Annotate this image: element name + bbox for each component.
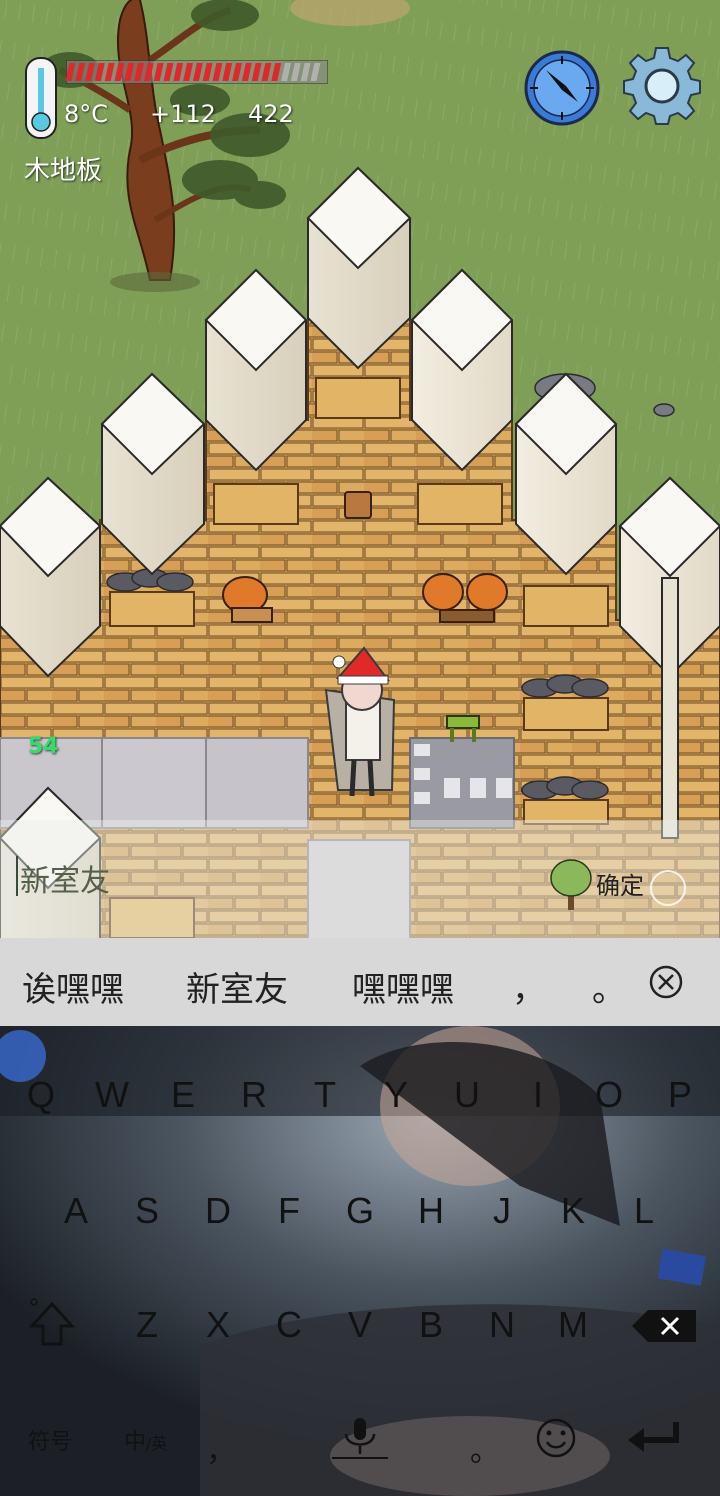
confirm-label: 确定 (596, 872, 644, 900)
backspace-icon[interactable] (630, 1306, 700, 1346)
key-c[interactable]: C (254, 1290, 324, 1360)
key-q[interactable]: Q (6, 1060, 76, 1130)
circle-outline-icon (650, 870, 686, 906)
key-l[interactable]: L (609, 1176, 679, 1246)
key-a[interactable]: A (41, 1176, 111, 1246)
game-viewport[interactable]: 8°C +112 422 木地板 54 新室友 确定 (0, 0, 720, 940)
key-w[interactable]: W (77, 1060, 147, 1130)
chat-input-bar: 新室友 确定 (0, 820, 720, 938)
symbols-key[interactable]: 符号 (28, 1424, 72, 1456)
key-t[interactable]: T (290, 1060, 360, 1130)
food-bonus-readout: +112 (150, 100, 216, 128)
close-circle-icon[interactable] (646, 962, 686, 1002)
key-p[interactable]: P (645, 1060, 715, 1130)
enter-icon[interactable] (624, 1418, 684, 1458)
key-h[interactable]: H (396, 1176, 466, 1246)
shift-icon[interactable] (22, 1294, 82, 1354)
key-j[interactable]: J (467, 1176, 537, 1246)
compass-icon[interactable] (522, 48, 602, 128)
confirm-button[interactable]: 确定 (540, 840, 710, 928)
ime-candidate-bar: 诶嘿嘿 新室友 嘿嘿嘿 ， 。 (0, 938, 720, 1026)
key-z[interactable]: Z (112, 1290, 182, 1360)
candidate-period[interactable]: 。 (592, 962, 626, 1011)
wooden-bucket[interactable] (344, 491, 372, 519)
key-e[interactable]: E (148, 1060, 218, 1130)
key-k[interactable]: K (538, 1176, 608, 1246)
microphone-icon[interactable] (330, 1412, 390, 1462)
health-bar (65, 59, 329, 85)
key-o[interactable]: O (574, 1060, 644, 1130)
chat-input-field[interactable]: 新室友 (20, 856, 110, 900)
player-age-label: 54 (28, 734, 59, 759)
language-switch-key[interactable]: 中/英 (124, 1424, 167, 1456)
key-n[interactable]: N (467, 1290, 537, 1360)
comma-key[interactable]: ， (206, 1426, 236, 1470)
key-m[interactable]: M (538, 1290, 608, 1360)
key-v[interactable]: V (325, 1290, 395, 1360)
game-scene[interactable] (0, 0, 720, 940)
tree-icon (550, 859, 592, 910)
key-f[interactable]: F (254, 1176, 324, 1246)
key-d[interactable]: D (183, 1176, 253, 1246)
thermometer-icon (25, 57, 57, 139)
key-b[interactable]: B (396, 1290, 466, 1360)
lang-label-cn: 中 (124, 1430, 147, 1455)
key-x[interactable]: X (183, 1290, 253, 1360)
lang-label-en: /英 (146, 1434, 168, 1453)
emoji-icon[interactable] (534, 1416, 578, 1460)
soft-keyboard: Q W E R T Y U I O P A S D F G H J K L Z … (0, 1026, 720, 1496)
yum-count-readout: 422 (248, 100, 294, 128)
period-key[interactable]: 。 (470, 1426, 500, 1470)
temperature-readout: 8°C (64, 100, 109, 128)
tile-name-label: 木地板 (24, 156, 103, 186)
candidate-3[interactable]: 嘿嘿嘿 (352, 962, 454, 1011)
key-r[interactable]: R (219, 1060, 289, 1130)
candidate-1[interactable]: 诶嘿嘿 (22, 962, 124, 1011)
text-cursor (16, 856, 18, 896)
key-y[interactable]: Y (361, 1060, 431, 1130)
candidate-2[interactable]: 新室友 (186, 962, 288, 1011)
settings-gear-icon[interactable] (622, 46, 702, 126)
key-u[interactable]: U (432, 1060, 502, 1130)
candidate-comma[interactable]: ， (512, 962, 546, 1011)
key-s[interactable]: S (112, 1176, 182, 1246)
key-g[interactable]: G (325, 1176, 395, 1246)
key-i[interactable]: I (503, 1060, 573, 1130)
